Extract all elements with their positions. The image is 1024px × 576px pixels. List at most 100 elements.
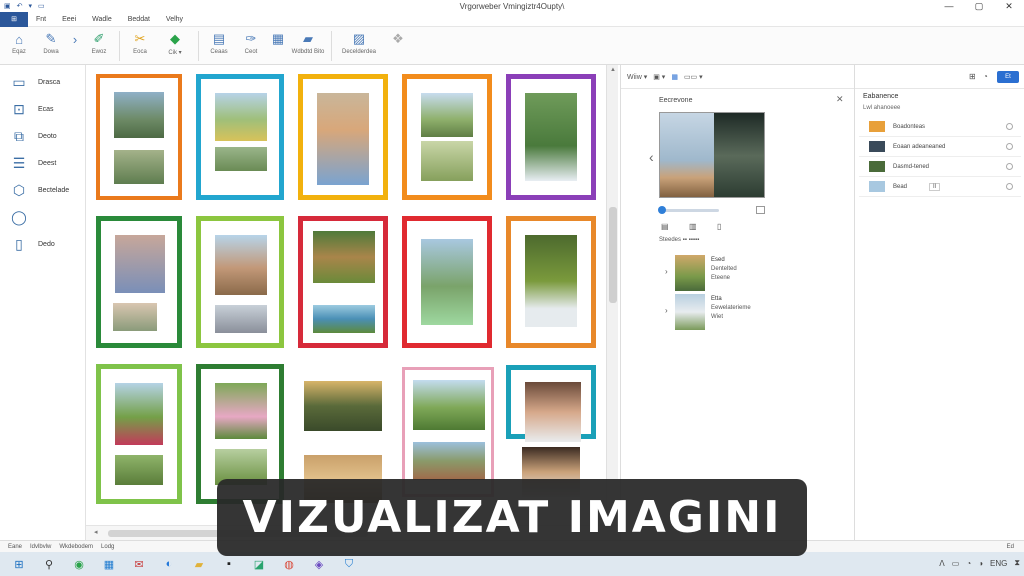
search-icon[interactable]: ⚲ [38, 555, 60, 573]
shield-icon[interactable]: ⛉ [338, 555, 360, 573]
ribbon-button-cut[interactable]: ✂ Eoca [125, 31, 155, 55]
clock-icon[interactable]: ⧗ [1014, 558, 1020, 568]
menu-item-edit[interactable]: Eeei [54, 16, 84, 23]
tray-expand-icon[interactable]: ᐱ [939, 559, 944, 568]
property-value[interactable]: Il [929, 182, 941, 191]
sidebar-item-list[interactable]: ☰ Deest [0, 150, 85, 177]
group-icon: ❖ [392, 31, 404, 46]
photo-frame[interactable] [96, 216, 182, 348]
ribbon-button-page[interactable]: ▤ Ceaas [204, 31, 234, 55]
zoom-slider[interactable] [658, 206, 719, 214]
language-indicator[interactable]: ENG [990, 559, 1007, 568]
radio-button[interactable] [1006, 123, 1013, 130]
photo-frame[interactable] [196, 74, 284, 200]
sidebar-item-box[interactable]: ⬡ Bectelade [0, 177, 85, 204]
fit-button[interactable] [756, 206, 765, 214]
ribbon-button-forward[interactable]: › [68, 31, 82, 47]
photo-frame[interactable] [196, 216, 284, 348]
sidebar-item-edit[interactable]: ⧉ Deoto [0, 123, 85, 150]
chevron-left-icon[interactable]: ‹ [649, 149, 654, 165]
edge-icon[interactable]: ◐ [158, 555, 180, 573]
radio-button[interactable] [1006, 183, 1013, 190]
dropdown-icon[interactable]: ▾ [29, 2, 33, 10]
menu-item-layout[interactable]: Beddat [120, 16, 158, 23]
volume-icon[interactable]: ◑ [978, 559, 983, 568]
window-title: Vrgorweber Vmingiztr4Oupty\ [459, 1, 565, 11]
ribbon-button-document[interactable]: ▨ Decelderdea [337, 31, 381, 55]
windows-start-icon[interactable]: ⊞ [8, 555, 30, 573]
photo-frame[interactable] [402, 216, 492, 348]
photo-frame[interactable] [506, 216, 596, 348]
apply-button[interactable]: Et [997, 71, 1019, 83]
photo-frame[interactable] [402, 74, 492, 200]
ribbon-button-home[interactable]: ⌂ Eqaz [4, 31, 34, 56]
chevron-right-icon[interactable]: › [665, 267, 668, 276]
chevron-right-icon[interactable]: › [665, 306, 668, 315]
maximize-button[interactable]: ▢ [964, 0, 994, 12]
ribbon-button-color[interactable]: ◆ Cik ▾ [157, 31, 193, 56]
close-icon[interactable]: ✕ [836, 94, 844, 105]
browser-icon[interactable]: ◉ [68, 555, 90, 573]
chrome-icon[interactable]: ◍ [278, 555, 300, 573]
file-tab[interactable]: ⊞ [0, 11, 28, 27]
terminal-icon[interactable]: ▪ [218, 555, 240, 573]
property-row[interactable]: Bead Il [859, 177, 1021, 197]
ribbon-button-grid[interactable]: ▦ [268, 31, 288, 47]
layout-dropdown[interactable]: ▣ ▾ [653, 73, 665, 81]
store-icon[interactable]: ◈ [308, 555, 330, 573]
photo-frame[interactable] [96, 364, 182, 504]
photo-frame[interactable] [96, 74, 182, 200]
photo-thumbnail[interactable] [304, 381, 382, 431]
list-item[interactable]: › Etta Eewelaterieme Wiet [665, 294, 855, 330]
explorer-icon[interactable]: ▰ [188, 555, 210, 573]
app-icon[interactable]: ▣ [4, 2, 11, 10]
scroll-left-icon[interactable]: ◂ [94, 528, 98, 536]
settings-icon[interactable]: ◔ [983, 72, 988, 81]
radio-button[interactable] [1006, 143, 1013, 150]
vertical-scrollbar[interactable]: ▲ ▼ [606, 65, 618, 525]
network-icon[interactable]: ◔ [966, 559, 971, 568]
document-icon: ▨ [352, 31, 366, 46]
menu-item-help[interactable]: Velhy [158, 16, 191, 23]
scroll-thumb[interactable] [609, 207, 617, 303]
calculator-icon[interactable]: ▦ [98, 555, 120, 573]
photo-frame[interactable] [506, 365, 596, 442]
mini-button[interactable]: ▤ [661, 222, 669, 231]
slider-knob[interactable] [658, 206, 666, 214]
photo-frame[interactable] [402, 367, 494, 497]
minimize-button[interactable]: — [934, 0, 964, 12]
scroll-up-icon[interactable]: ▲ [607, 67, 619, 73]
menu-item-view[interactable]: Wadle [84, 16, 120, 23]
sidebar-item-image[interactable]: ⊡ Ecas [0, 96, 85, 123]
ribbon-button-folder[interactable]: ▰ Wdbdtd Bito [290, 31, 326, 55]
ribbon-button-brush[interactable]: ✑ Ceot [236, 31, 266, 55]
photo-frame[interactable] [298, 216, 388, 348]
photo-frame[interactable] [506, 74, 596, 200]
radio-button[interactable] [1006, 163, 1013, 170]
menu-item-file[interactable]: Fnt [28, 16, 54, 23]
preview-image[interactable] [659, 112, 765, 198]
expand-icon[interactable]: ⊞ [969, 72, 976, 81]
property-row[interactable]: Dasmd-tened [859, 157, 1021, 177]
sidebar-item-shape[interactable]: ◯ [0, 204, 85, 231]
ribbon-button-edit[interactable]: ✎ Dowa [36, 31, 66, 55]
window-icon[interactable]: ▭ [38, 2, 45, 10]
photos-icon[interactable]: ◪ [248, 555, 270, 573]
split-view-dropdown[interactable]: ▭▭ ▾ [684, 73, 703, 81]
mini-button[interactable]: ▯ [717, 222, 721, 231]
close-button[interactable]: ✕ [994, 0, 1024, 12]
battery-icon[interactable]: ▭ [952, 559, 960, 568]
ribbon-button-group[interactable]: ❖ [383, 31, 413, 47]
property-row[interactable]: Boadonteas [859, 117, 1021, 137]
mail-icon[interactable]: ✉ [128, 555, 150, 573]
ribbon-button-pen[interactable]: ✐ Ewoz [84, 31, 114, 55]
undo-icon[interactable]: ↶ [17, 2, 23, 10]
photo-frame[interactable] [298, 74, 388, 200]
property-row[interactable]: Eoaan adeaneaned [859, 137, 1021, 157]
sidebar-item-gallery[interactable]: ▭ Drasca [0, 69, 85, 96]
list-item[interactable]: › Esed Dentelted Eteene [665, 255, 855, 291]
sidebar-item-book[interactable]: ▯ Dedo [0, 231, 85, 258]
mini-button[interactable]: ▥ [689, 222, 697, 231]
grid-view-icon[interactable]: ▦ [671, 73, 678, 81]
view-dropdown[interactable]: Wiiw ▾ [627, 73, 647, 81]
